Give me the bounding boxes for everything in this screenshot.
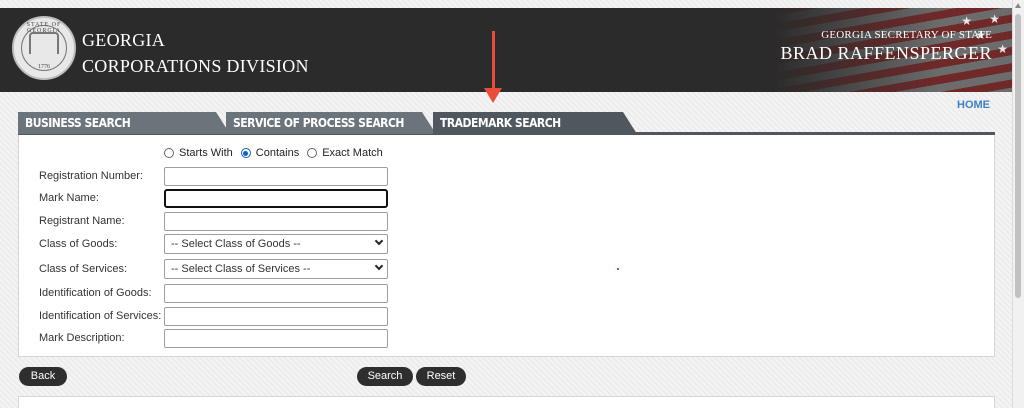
mark-name-row: Mark Name:	[39, 188, 388, 208]
identification-of-services-input[interactable]	[164, 306, 388, 326]
mark-description-row: Mark Description:	[39, 328, 388, 348]
radio-button[interactable]	[164, 148, 174, 158]
mark-description-input[interactable]	[164, 328, 388, 348]
annotation-arrow-shaft	[492, 31, 495, 91]
org-line-1: GEORGIA	[82, 30, 166, 50]
organization-title: GEORGIA CORPORATIONS DIVISION	[82, 27, 309, 79]
registrant-name-row: Registrant Name:	[39, 211, 388, 231]
registration-number-row: Registration Number:	[39, 166, 388, 186]
radio-button-selected[interactable]	[240, 148, 251, 158]
mark-name-input[interactable]	[164, 188, 388, 208]
georgia-seal-logo[interactable]: STATE OF GEORGIA 1776	[12, 16, 76, 80]
class-of-services-select[interactable]: -- Select Class of Services --	[164, 259, 388, 279]
seal-arch-icon	[29, 32, 59, 54]
chevron-down-icon	[374, 261, 384, 271]
scroll-thumb[interactable]	[1015, 14, 1021, 298]
tab-trademark-search[interactable]: TRADEMARK SEARCH	[433, 112, 637, 134]
radio-label: Exact Match	[322, 147, 383, 159]
identification-of-services-label: Identification of Services:	[39, 310, 162, 322]
home-link[interactable]: HOME	[957, 99, 990, 111]
class-of-goods-row: Class of Goods: -- Select Class of Goods…	[39, 234, 388, 254]
sos-title: GEORGIA SECRETARY OF STATE	[821, 29, 992, 41]
registrant-name-input[interactable]	[164, 211, 388, 231]
secretary-of-state-block: GEORGIA SECRETARY OF STATE BRAD RAFFENSP…	[780, 29, 992, 64]
select-value: -- Select Class of Goods --	[171, 238, 301, 250]
registrant-name-label: Registrant Name:	[39, 215, 125, 227]
back-button[interactable]: Back	[19, 367, 67, 386]
tab-business-search[interactable]: BUSINESS SEARCH	[18, 112, 230, 134]
identification-of-services-row: Identification of Services:	[39, 306, 388, 326]
chevron-down-icon	[374, 236, 384, 246]
identification-of-goods-row: Identification of Goods:	[39, 283, 388, 303]
mark-name-label: Mark Name:	[39, 192, 99, 204]
class-of-services-label: Class of Services:	[39, 263, 128, 275]
scroll-up-arrow-icon[interactable]	[1015, 3, 1021, 8]
identification-of-goods-input[interactable]	[164, 283, 388, 303]
search-mode-group: Starts With Contains Exact Match	[164, 147, 391, 159]
class-of-goods-label: Class of Goods:	[39, 238, 118, 250]
sos-name: BRAD RAFFENSPERGER	[780, 43, 992, 63]
annotation-arrow-down-icon	[484, 88, 502, 103]
star-icon: ★	[961, 14, 972, 28]
search-button[interactable]: Search	[357, 367, 413, 386]
search-tabs: BUSINESS SEARCH SERVICE OF PROCESS SEARC…	[18, 112, 995, 134]
site-header: ★ ★ ★ ★ STATE OF GEORGIA 1776 GEORGIA CO…	[0, 8, 1012, 92]
trademark-search-form: Starts With Contains Exact Match Registr…	[18, 135, 995, 357]
radio-contains[interactable]: Contains	[240, 147, 300, 159]
registration-number-label: Registration Number:	[39, 170, 143, 182]
reset-button[interactable]: Reset	[416, 367, 466, 386]
radio-label: Starts With	[179, 147, 233, 159]
radio-button[interactable]	[307, 148, 318, 158]
star-icon: ★	[989, 12, 1000, 26]
select-value: -- Select Class of Services --	[171, 263, 311, 275]
radio-exact-match[interactable]: Exact Match	[307, 147, 383, 159]
seal-year: 1776	[38, 64, 50, 70]
tab-service-of-process-search[interactable]: SERVICE OF PROCESS SEARCH	[226, 112, 436, 134]
identification-of-goods-label: Identification of Goods:	[39, 287, 152, 299]
radio-label: Contains	[255, 147, 300, 159]
results-panel	[18, 396, 995, 408]
vertical-scrollbar[interactable]	[1012, 0, 1024, 408]
stray-dot	[617, 268, 619, 270]
org-line-2: CORPORATIONS DIVISION	[82, 56, 309, 76]
registration-number-input[interactable]	[164, 166, 388, 186]
radio-starts-with[interactable]: Starts With	[164, 147, 233, 159]
class-of-goods-select[interactable]: -- Select Class of Goods --	[164, 234, 388, 254]
class-of-services-row: Class of Services: -- Select Class of Se…	[39, 259, 388, 279]
star-icon: ★	[997, 42, 1008, 56]
mark-description-label: Mark Description:	[39, 332, 125, 344]
